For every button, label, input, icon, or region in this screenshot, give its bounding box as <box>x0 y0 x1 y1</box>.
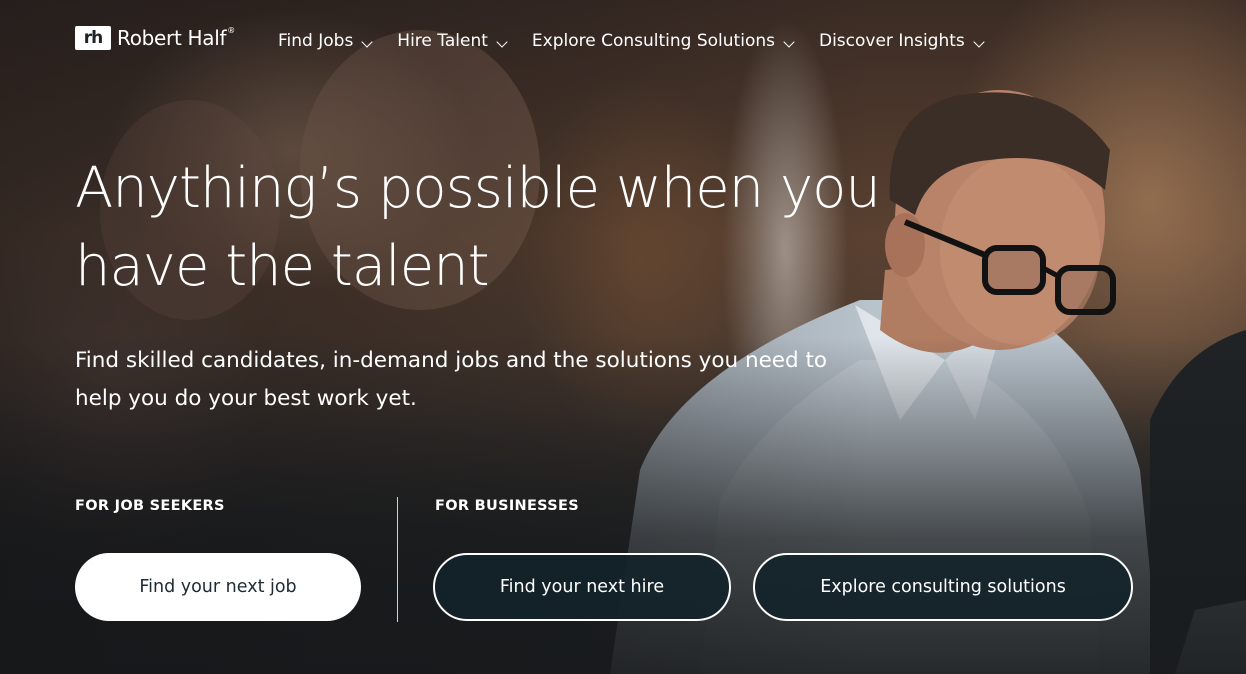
section-divider <box>397 497 398 622</box>
nav-item-hire-talent[interactable]: Hire Talent <box>397 31 508 51</box>
nav-item-label: Discover Insights <box>818 31 965 51</box>
nav-item-explore-consulting[interactable]: Explore Consulting Solutions <box>531 31 795 51</box>
trademark-symbol: ® <box>227 26 235 35</box>
headline-line-2: have the talent <box>75 234 490 299</box>
nav-item-discover-insights[interactable]: Discover Insights <box>818 31 985 51</box>
nav-item-label: Find Jobs <box>278 31 354 51</box>
businesses-label: FOR BUSINESSES <box>435 498 579 514</box>
hero-headline: Anything’s possible when you have the tal… <box>75 150 955 306</box>
logo-text: Robert Half® <box>117 26 235 50</box>
chevron-down-icon <box>973 35 985 48</box>
nav-item-find-jobs[interactable]: Find Jobs <box>278 31 373 51</box>
nav-item-label: Explore Consulting Solutions <box>531 31 775 51</box>
top-navigation: rh Robert Half® Find Jobs Hire Talent Ex… <box>0 0 1246 86</box>
chevron-down-icon <box>783 35 795 48</box>
nav-menu: Find Jobs Hire Talent Explore Consulting… <box>278 31 1009 51</box>
hero-subheading: Find skilled candidates, in-demand jobs … <box>75 342 935 418</box>
explore-consulting-button[interactable]: Explore consulting solutions <box>753 553 1133 621</box>
chevron-down-icon <box>496 35 508 48</box>
find-next-job-button[interactable]: Find your next job <box>75 553 361 621</box>
hero-section: rh Robert Half® Find Jobs Hire Talent Ex… <box>0 0 1246 674</box>
nav-item-label: Hire Talent <box>397 31 488 51</box>
job-seekers-label: FOR JOB SEEKERS <box>75 498 225 514</box>
robert-half-logo[interactable]: rh Robert Half® <box>75 26 235 50</box>
chevron-down-icon <box>361 35 373 48</box>
brand-name: Robert Half <box>117 26 227 50</box>
subhead-line-1: Find skilled candidates, in-demand jobs … <box>75 348 828 373</box>
logo-mark: rh <box>75 26 111 50</box>
find-next-hire-button[interactable]: Find your next hire <box>433 553 731 621</box>
headline-line-1: Anything’s possible when you <box>75 156 881 221</box>
subhead-line-2: help you do your best work yet. <box>75 386 417 411</box>
